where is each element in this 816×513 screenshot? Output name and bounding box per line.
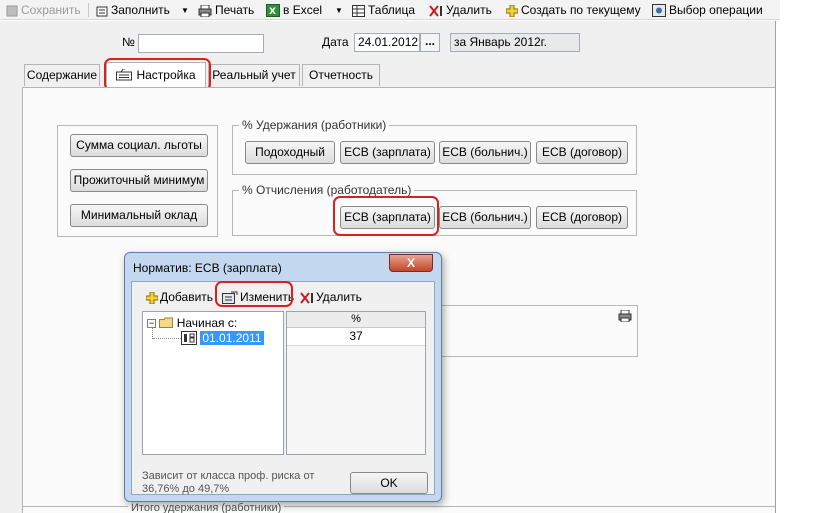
date-label: Дата: [322, 35, 349, 49]
printer-icon: [618, 309, 632, 323]
tree-item-label: 01.01.2011: [200, 331, 264, 345]
tab-content[interactable]: Содержание: [24, 64, 100, 86]
tab-reporting[interactable]: Отчетность: [302, 64, 380, 86]
printer-icon: [198, 4, 212, 18]
dialog-delete-button[interactable]: Удалить: [300, 289, 362, 305]
tab-real-accounting[interactable]: Реальный учет: [208, 64, 300, 86]
choose-operation-button[interactable]: Выбор операции: [652, 2, 763, 18]
subsistence-minimum-button[interactable]: Прожиточный минимум: [70, 169, 208, 192]
plus-icon: [505, 4, 519, 18]
excel-icon: X: [266, 4, 280, 17]
social-benefit-button[interactable]: Сумма социал. льготы: [70, 134, 208, 157]
highlight-ring: [333, 196, 439, 236]
esv-sick-contribution-button[interactable]: ЕСВ (больнич.): [439, 206, 531, 229]
operation-icon: [652, 4, 666, 17]
fill-icon: [96, 6, 108, 17]
esv-sick-withholding-button[interactable]: ЕСВ (больнич.): [439, 141, 531, 164]
tree-root[interactable]: − Начиная с:: [147, 316, 237, 330]
date-field[interactable]: 24.01.2012: [354, 33, 420, 52]
save-icon: [6, 5, 18, 17]
date-tree[interactable]: − Начиная с: 01.01.2011: [142, 311, 284, 455]
print-small-button[interactable]: [618, 309, 632, 325]
dialog-body: Добавить Изменить Удалить − Начиная с: 0…: [131, 281, 435, 495]
print-button[interactable]: Печать: [198, 2, 254, 18]
date-picker-button[interactable]: ...: [420, 33, 440, 52]
chevron-down-icon: ▼: [335, 6, 343, 15]
withholding-group-title: % Удержания (работники): [239, 118, 390, 132]
plus-icon: [145, 291, 159, 305]
contributions-group-title: % Отчисления (работодатель): [239, 183, 415, 197]
risk-class-note: Зависит от класса проф. риска от 36,76% …: [142, 470, 315, 495]
excel-dropdown[interactable]: ▼: [335, 2, 343, 18]
table-button[interactable]: Таблица: [352, 2, 415, 18]
tab-label: Реальный учет: [212, 68, 296, 82]
grid-header: %: [287, 312, 425, 328]
number-field[interactable]: [138, 34, 264, 53]
fill-button[interactable]: Заполнить: [96, 2, 170, 18]
delete-icon: [429, 5, 442, 17]
tree-line: [153, 338, 181, 339]
tree-item[interactable]: 01.01.2011: [181, 331, 264, 345]
toolbar: Сохранить Заполнить ▼ Печать Xв Excel ▼ …: [0, 0, 780, 20]
close-icon: X: [406, 256, 415, 270]
delete-icon: [300, 292, 313, 304]
minimum-salary-button[interactable]: Минимальный оклад: [70, 204, 208, 227]
dialog-title: Норматив: ЕСВ (зарплата): [133, 261, 282, 275]
esv-contract-contribution-button[interactable]: ЕСВ (договор): [536, 206, 628, 229]
folder-icon: [159, 317, 174, 328]
chevron-down-icon: ▼: [181, 6, 189, 15]
hidden-params-box: [436, 305, 638, 357]
create-from-current-button[interactable]: Создать по текущему: [505, 2, 641, 18]
period-display: за Январь 2012г.: [450, 33, 580, 52]
percent-grid[interactable]: % 37: [286, 311, 426, 455]
income-tax-button[interactable]: Подоходный: [245, 141, 335, 164]
tab-label: Отчетность: [309, 68, 373, 82]
number-label: №: [122, 35, 135, 49]
table-icon: [352, 5, 365, 17]
grid-cell[interactable]: 37: [287, 328, 425, 346]
add-label: Добавить: [160, 290, 214, 304]
highlight-ring: [215, 281, 293, 307]
fill-dropdown[interactable]: ▼: [181, 2, 189, 18]
tree-root-label: Начиная с:: [176, 316, 238, 330]
esv-salary-withholding-button[interactable]: ЕСВ (зарплата): [340, 141, 435, 164]
excel-button[interactable]: Xв Excel: [266, 2, 322, 18]
calendar-icon: [181, 331, 197, 345]
ok-button[interactable]: OK: [350, 472, 428, 494]
bottom-group-title: Итого удержания (работники): [128, 503, 285, 513]
delete-button[interactable]: Удалить: [429, 2, 492, 18]
add-button[interactable]: Добавить: [145, 289, 214, 305]
delete-label: Удалить: [316, 290, 362, 304]
save-button[interactable]: Сохранить: [6, 2, 81, 18]
dialog-close-button[interactable]: X: [389, 254, 433, 272]
esv-contract-withholding-button[interactable]: ЕСВ (договор): [536, 141, 628, 164]
tab-label: Содержание: [26, 68, 98, 82]
svg-text:X: X: [269, 7, 276, 17]
